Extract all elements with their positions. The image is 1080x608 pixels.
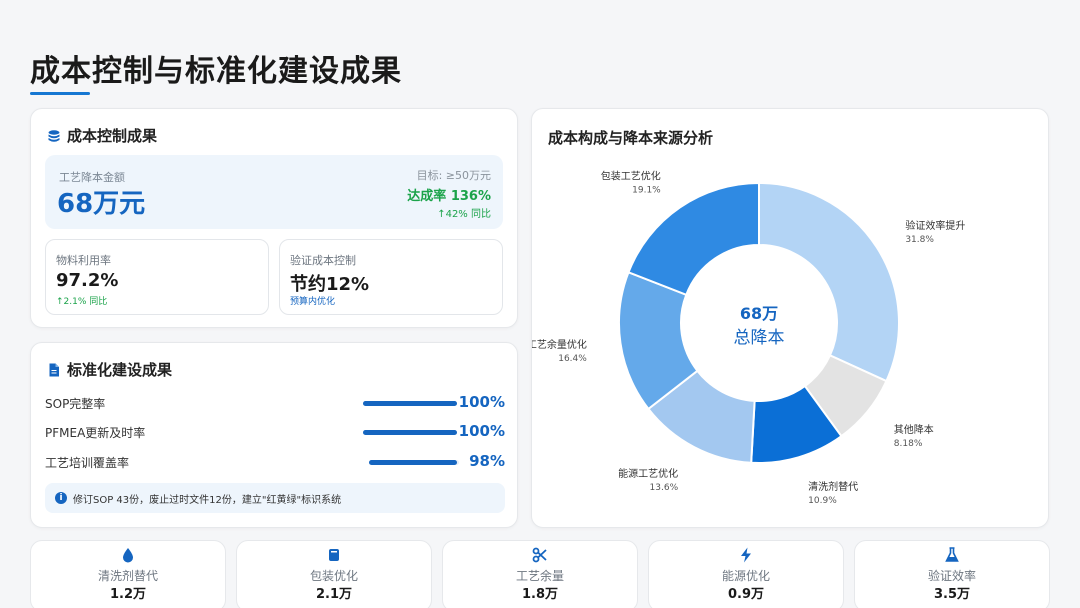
slice-value-label: 19.1% (632, 185, 661, 195)
metric-value: 节约12% (290, 274, 370, 295)
info-icon: i (55, 492, 67, 504)
progress-track (363, 401, 457, 406)
progress-row: SOP完整率 100% (45, 393, 507, 413)
package-icon (329, 549, 339, 561)
cost-control-title: 成本控制成果 (67, 127, 158, 145)
tile-process-margin: 工艺余量 1.8万 (442, 540, 638, 608)
progress-fill (363, 430, 457, 435)
slice-value-label: 10.9% (808, 496, 837, 506)
tile-value: 1.2万 (109, 587, 147, 602)
progress-row: 工艺培训覆盖率 98% (45, 452, 507, 472)
slice-value-label: 13.6% (650, 483, 679, 493)
progress-fill (369, 460, 458, 465)
tile-value: 0.9万 (727, 587, 765, 602)
donut-center-value: 68万 (740, 304, 778, 323)
tile-value: 2.1万 (315, 587, 353, 602)
document-icon (49, 363, 59, 376)
droplet-icon (123, 548, 133, 563)
tile-label: 验证效率 (927, 569, 976, 583)
donut-slice (758, 181, 900, 383)
progress-track (363, 430, 457, 435)
metric-card-validation: 验证成本控制 节约12% 预算内优化 (279, 239, 503, 315)
donut-center-label: 总降本 (734, 328, 785, 348)
slice-name-label: 清洗剂替代 (808, 480, 858, 493)
cost-control-header: 成本控制成果 (47, 125, 157, 146)
hero-value: 68万元 (57, 189, 146, 219)
progress-track (369, 460, 459, 465)
tile-label: 包装优化 (309, 569, 358, 583)
info-note: i 修订SOP 43份，废止过时文件12份，建立"红黄绿"标识系统 (45, 483, 505, 513)
tile-label: 清洗剂替代 (97, 569, 158, 583)
metric-note: ↑2.1% 同比 (56, 297, 108, 307)
tile-value: 1.8万 (521, 587, 559, 602)
progress-value: 98% (469, 452, 505, 470)
slice-name-label: 工艺余量优化 (532, 338, 587, 351)
progress-label: SOP完整率 (45, 397, 106, 411)
slice-value-label: 16.4% (558, 354, 587, 364)
hero-yoy: ↑42% 同比 (437, 209, 491, 220)
hero-target: 目标: ≥50万元 (416, 169, 491, 182)
hero-rate: 达成率 136% (407, 189, 491, 204)
slice-name-label: 包装工艺优化 (601, 169, 661, 182)
progress-row: PFMEA更新及时率 100% (45, 422, 507, 442)
slice-name-label: 能源工艺优化 (618, 467, 678, 480)
donut-chart: 验证效率提升 31.8% 其他降本 8.18% 清洗剂替代 10.9% 能源工艺优化 13.6… (532, 169, 965, 506)
slice-value-label: 8.18% (894, 439, 923, 449)
tile-packaging: 包装优化 2.1万 (236, 540, 432, 608)
tile-validation: 验证效率 3.5万 (854, 540, 1050, 608)
scissors-icon (532, 547, 547, 563)
progress-label: 工艺培训覆盖率 (45, 456, 130, 470)
progress-label: PFMEA更新及时率 (45, 426, 146, 440)
cost-hero-panel: 工艺降本金额 68万元 目标: ≥50万元 达成率 136% ↑42% 同比 (45, 155, 503, 229)
page-title: 成本控制与标准化建设成果 (30, 54, 402, 89)
flask-icon (945, 547, 959, 562)
metric-label: 验证成本控制 (290, 254, 356, 267)
bolt-icon (741, 547, 751, 563)
slice-name-label: 其他降本 (894, 423, 934, 436)
tile-label: 工艺余量 (515, 569, 564, 583)
metric-value: 97.2% (56, 270, 119, 291)
slice-value-label: 31.8% (905, 235, 934, 245)
standardization-title: 标准化建设成果 (67, 361, 173, 379)
metric-note: 预算内优化 (290, 297, 336, 307)
donut-slice (627, 181, 760, 297)
metric-label: 物料利用率 (56, 254, 111, 267)
progress-fill (363, 401, 457, 406)
progress-value: 100% (458, 422, 505, 440)
cost-breakdown-card: 成本构成与降本来源分析 验证效率提升 31.8% 其他降本 8.18% 清洗剂替代 10.… (531, 108, 1049, 528)
slice-name-label: 验证效率提升 (905, 219, 965, 232)
cost-control-card: 成本控制成果 工艺降本金额 68万元 目标: ≥50万元 达成率 136% ↑4… (30, 108, 518, 328)
info-note-text: 修订SOP 43份，废止过时文件12份，建立"红黄绿"标识系统 (73, 495, 342, 506)
title-underline (30, 92, 90, 95)
tile-label: 能源优化 (721, 569, 770, 583)
tile-cleaning-agent: 清洗剂替代 1.2万 (30, 540, 226, 608)
progress-value: 100% (458, 393, 505, 411)
tile-value: 3.5万 (933, 587, 971, 602)
tile-energy: 能源优化 0.9万 (648, 540, 844, 608)
standardization-card: 标准化建设成果 SOP完整率 100% PFMEA更新及时率 100% 工艺培训… (30, 342, 518, 528)
metric-card-material: 物料利用率 97.2% ↑2.1% 同比 (45, 239, 269, 315)
coins-icon (48, 129, 60, 142)
standardization-header: 标准化建设成果 (47, 359, 172, 380)
